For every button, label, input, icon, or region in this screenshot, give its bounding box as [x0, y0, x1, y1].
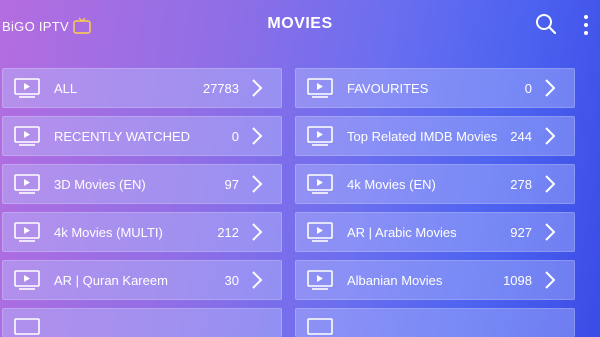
category-tile-3d-movies[interactable]: 3D Movies (EN) 97 [2, 164, 282, 204]
tv-play-icon [14, 222, 40, 242]
category-count: 97 [224, 176, 239, 192]
more-vertical-icon[interactable] [580, 13, 592, 37]
category-tile-4k-en[interactable]: 4k Movies (EN) 278 [295, 164, 575, 204]
tv-play-icon [14, 318, 40, 335]
tv-play-icon [14, 78, 40, 98]
page-title: MOVIES [267, 15, 333, 32]
chevron-right-icon [252, 271, 263, 289]
tv-play-icon [14, 270, 40, 290]
top-bar: BiGO IPTV MOVIES [0, 0, 600, 52]
tv-play-icon [14, 174, 40, 194]
category-count: 212 [217, 224, 239, 240]
category-label: RECENTLY WATCHED [54, 128, 191, 144]
category-label: FAVOURITES [347, 80, 429, 96]
chevron-right-icon [545, 79, 556, 97]
category-label: 3D Movies (EN) [54, 176, 146, 192]
category-tile-top-imdb[interactable]: Top Related IMDB Movies 244 [295, 116, 575, 156]
category-tile-partial-right[interactable] [295, 308, 575, 337]
tv-play-icon [307, 318, 333, 335]
category-tile-partial-left[interactable] [2, 308, 282, 337]
tv-play-icon [307, 222, 333, 242]
category-tile-quran[interactable]: AR | Quran Kareem 30 [2, 260, 282, 300]
tv-play-icon [307, 78, 333, 98]
category-label: Top Related IMDB Movies [347, 128, 498, 144]
chevron-right-icon [545, 223, 556, 241]
chevron-right-icon [545, 175, 556, 193]
category-count: 1098 [503, 272, 532, 288]
category-tile-4k-multi[interactable]: 4k Movies (MULTI) 212 [2, 212, 282, 252]
category-count: 278 [510, 176, 532, 192]
category-label: AR | Quran Kareem [54, 272, 168, 288]
category-count: 0 [231, 128, 239, 144]
category-label: AR | Arabic Movies [347, 224, 457, 240]
category-label: 4k Movies (EN) [347, 176, 436, 192]
chevron-right-icon [545, 127, 556, 145]
category-tile-albanian[interactable]: Albanian Movies 1098 [295, 260, 575, 300]
chevron-right-icon [252, 223, 263, 241]
tv-play-icon [307, 174, 333, 194]
tv-play-icon [14, 126, 40, 146]
category-count: 927 [510, 224, 532, 240]
category-label: ALL [54, 80, 78, 96]
category-count: 0 [524, 80, 532, 96]
category-tile-favourites[interactable]: FAVOURITES 0 [295, 68, 575, 108]
category-count: 27783 [202, 80, 239, 96]
chevron-right-icon [545, 271, 556, 289]
category-count: 30 [224, 272, 239, 288]
category-tile-recently-watched[interactable]: RECENTLY WATCHED 0 [2, 116, 282, 156]
search-icon[interactable] [534, 12, 558, 36]
chevron-right-icon [252, 127, 263, 145]
category-count: 244 [510, 128, 532, 144]
category-label: Albanian Movies [347, 272, 443, 288]
tv-play-icon [307, 270, 333, 290]
tv-play-icon [307, 126, 333, 146]
category-tile-arabic[interactable]: AR | Arabic Movies 927 [295, 212, 575, 252]
category-tile-all[interactable]: ALL 27783 [2, 68, 282, 108]
chevron-right-icon [252, 79, 263, 97]
category-label: 4k Movies (MULTI) [54, 224, 163, 240]
chevron-right-icon [252, 175, 263, 193]
